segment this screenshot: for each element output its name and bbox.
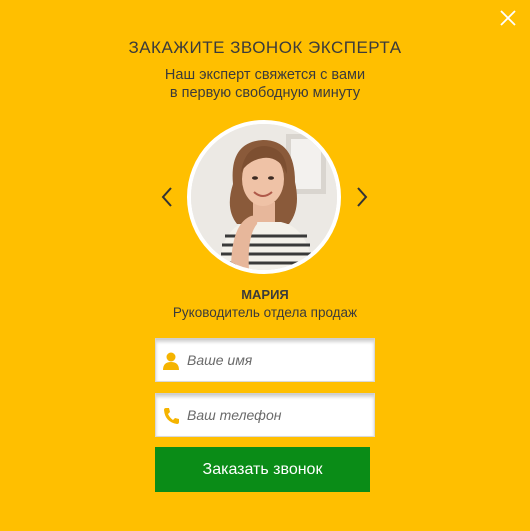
phone-icon bbox=[164, 408, 179, 424]
chevron-right-icon bbox=[357, 187, 368, 207]
close-icon bbox=[500, 10, 516, 26]
chevron-left-icon bbox=[161, 187, 172, 207]
callback-modal: ЗАКАЖИТЕ ЗВОНОК ЭКСПЕРТА Наш эксперт свя… bbox=[0, 0, 530, 531]
name-field[interactable] bbox=[155, 338, 375, 382]
expert-avatar bbox=[187, 120, 341, 274]
expert-name: МАРИЯ bbox=[241, 287, 289, 302]
modal-subtitle: Наш эксперт свяжется с вами в первую сво… bbox=[0, 66, 530, 102]
next-expert-button[interactable] bbox=[355, 186, 369, 208]
phone-input[interactable] bbox=[187, 395, 367, 435]
name-input[interactable] bbox=[187, 340, 367, 380]
user-icon bbox=[163, 352, 179, 370]
prev-expert-button[interactable] bbox=[160, 186, 174, 208]
expert-role: Руководитель отдела продаж bbox=[172, 305, 358, 320]
close-button[interactable] bbox=[500, 10, 516, 26]
modal-title: ЗАКАЖИТЕ ЗВОНОК ЭКСПЕРТА bbox=[128, 38, 402, 57]
phone-field[interactable] bbox=[155, 393, 375, 437]
subtitle-line-2: в первую свободную минуту bbox=[169, 85, 361, 101]
order-call-button[interactable]: Заказать звонок bbox=[155, 447, 370, 492]
subtitle-line-1: Наш эксперт свяжется с вами bbox=[164, 67, 366, 83]
